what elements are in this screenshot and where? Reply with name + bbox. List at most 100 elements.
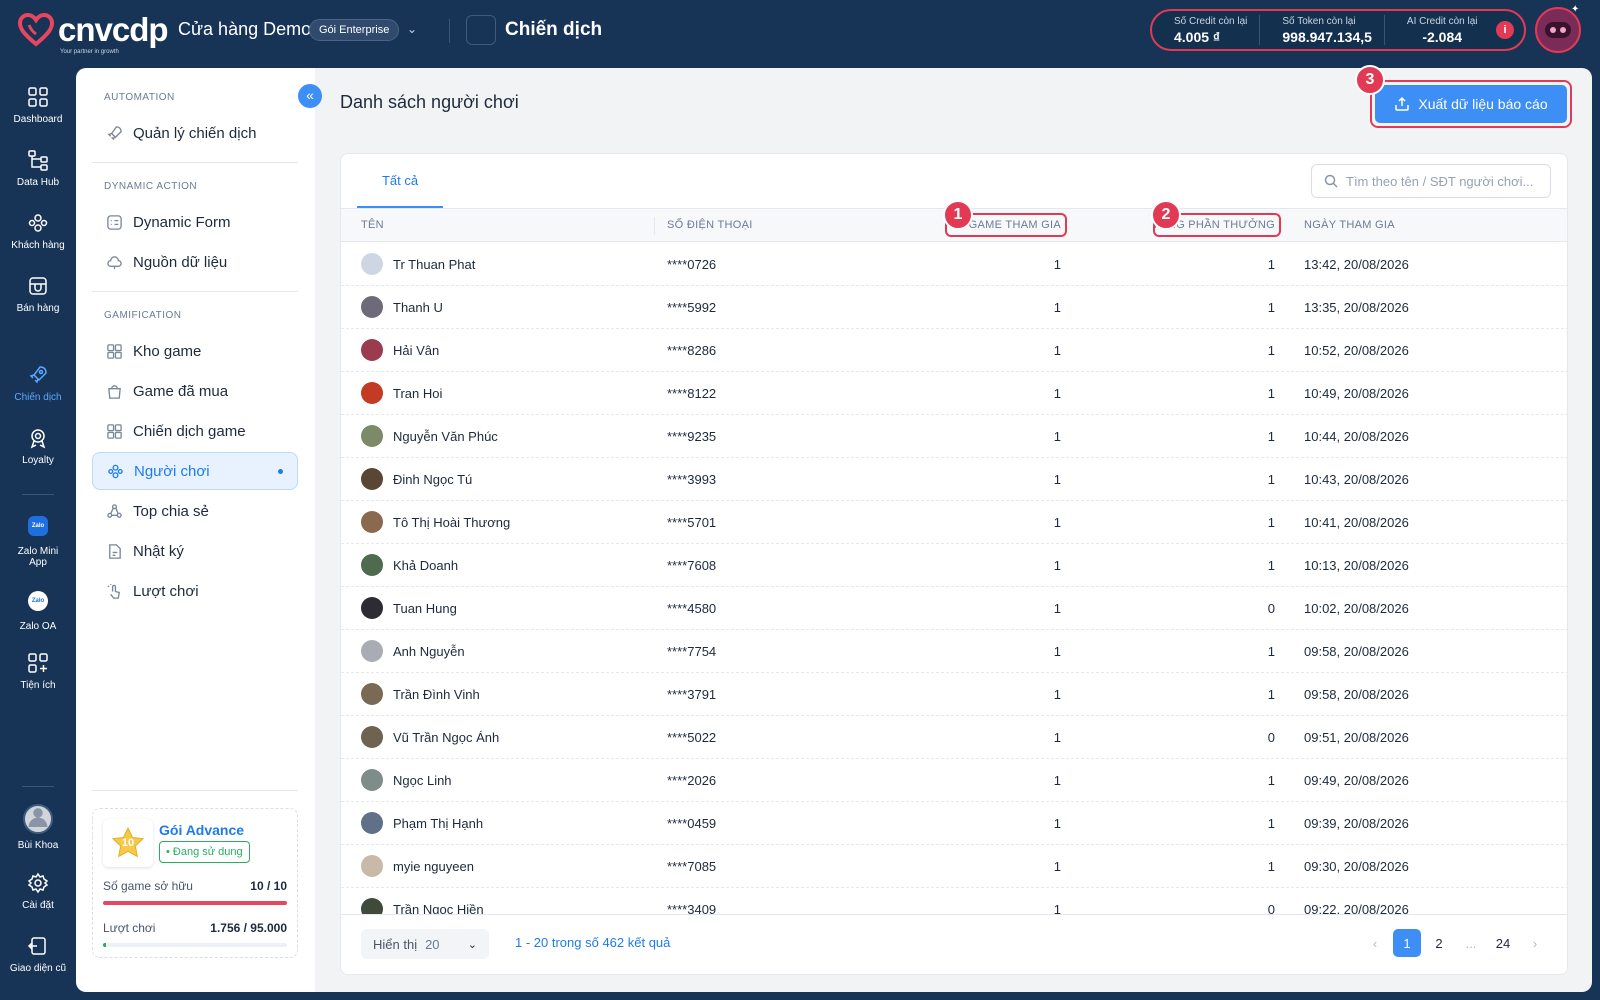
player-name: Hải Vân bbox=[393, 342, 440, 358]
brand-logo[interactable]: cnvcdp Your partner in growth bbox=[18, 12, 169, 55]
sidebar-item-label: Người chơi bbox=[134, 462, 210, 480]
credit-summary[interactable]: Số Credit còn lại 4.005 ₫ Số Token còn l… bbox=[1150, 9, 1526, 51]
rail-item-old-interface[interactable]: Giao diện cũ bbox=[0, 935, 76, 974]
table-row[interactable]: Tr Thuan Phat ****0726 1 1 13:42, 20/08/2026 bbox=[341, 242, 1567, 286]
player-cell: Trần Ngọc Hiền bbox=[361, 887, 484, 917]
player-name: Vũ Trần Ngọc Ánh bbox=[393, 729, 500, 745]
export-report-button[interactable]: Xuất dữ liệu báo cáo bbox=[1375, 85, 1567, 123]
rail-item-utilities[interactable]: Tiện ích bbox=[0, 652, 76, 691]
table-row[interactable]: Tran Hoi ****8122 1 1 10:49, 20/08/2026 bbox=[341, 371, 1567, 415]
games-owned-row: Số game sở hữu 10 / 10 bbox=[103, 879, 287, 893]
rail-item-campaigns[interactable]: Chiến dịch bbox=[0, 364, 76, 403]
sidebar-item-label: Chiến dịch game bbox=[133, 422, 246, 440]
table-row[interactable]: myie nguyeen ****7085 1 1 09:30, 20/08/2026 bbox=[341, 844, 1567, 888]
table-body: Tr Thuan Phat ****0726 1 1 13:42, 20/08/2026… bbox=[341, 242, 1567, 917]
sidebar-item-logs[interactable]: Nhật ký bbox=[92, 532, 298, 570]
column-header-phone[interactable]: SỐ ĐIỆN THOẠI bbox=[667, 209, 753, 243]
tab-all[interactable]: Tất cả bbox=[357, 154, 443, 208]
sidebar-item-dynamic-form[interactable]: Dynamic Form bbox=[92, 203, 298, 241]
users-icon bbox=[108, 464, 123, 478]
sidebar-item-campaign-management[interactable]: Quản lý chiến dịch bbox=[92, 114, 298, 152]
page-button[interactable]: 1 bbox=[1393, 929, 1421, 957]
games-cell: 1 bbox=[1053, 729, 1061, 745]
joined-date-cell: 10:13, 20/08/2026 bbox=[1304, 557, 1409, 573]
page-button[interactable]: 24 bbox=[1489, 929, 1517, 957]
phone-cell: ****0726 bbox=[667, 256, 717, 272]
sidebar-item-game-campaigns[interactable]: Chiến dịch game bbox=[92, 412, 298, 450]
sidebar-item-top-shares[interactable]: Top chia sẻ bbox=[92, 492, 298, 530]
store-name[interactable]: Cửa hàng Demo bbox=[178, 19, 311, 40]
table-row[interactable]: Phạm Thị Hạnh ****0459 1 1 09:39, 20/08/2026 bbox=[341, 801, 1567, 845]
sidebar-item-purchased-games[interactable]: Game đã mua bbox=[92, 372, 298, 410]
table-row[interactable]: Khả Doanh ****7608 1 1 10:13, 20/08/2026 bbox=[341, 543, 1567, 587]
back-icon bbox=[27, 937, 46, 955]
table-row[interactable]: Vũ Trần Ngọc Ánh ****5022 1 0 09:51, 20/08/2… bbox=[341, 715, 1567, 759]
rail-item-data-hub[interactable]: Data Hub bbox=[0, 149, 76, 188]
plays-label: Lượt chơi bbox=[103, 921, 156, 935]
table-row[interactable]: Nguyễn Văn Phúc ****9235 1 1 10:44, 20/08/20… bbox=[341, 414, 1567, 458]
table-row[interactable]: Trần Ngọc Hiền ****3409 1 0 09:22, 20/08/202… bbox=[341, 887, 1567, 917]
phone-cell: ****5701 bbox=[667, 514, 717, 530]
rail-label: Chiến dịch bbox=[14, 392, 62, 403]
table-row[interactable]: Thanh U ****5992 1 1 13:35, 20/08/2026 bbox=[341, 285, 1567, 329]
phone-cell: ****3409 bbox=[667, 901, 717, 917]
joined-date-cell: 13:42, 20/08/2026 bbox=[1304, 256, 1409, 272]
store-icon bbox=[29, 277, 47, 295]
table-row[interactable]: Tô Thị Hoài Thương ****5701 1 1 10:41, 20/08… bbox=[341, 500, 1567, 544]
rail-item-zalo-mini-app[interactable]: Zalo Zalo Mini App bbox=[0, 516, 76, 568]
phone-cell: ****0459 bbox=[667, 815, 717, 831]
zalo-icon: Zalo bbox=[28, 516, 48, 536]
page-button[interactable]: 2 bbox=[1425, 929, 1453, 957]
rewards-cell: 1 bbox=[1267, 858, 1275, 874]
rail-item-profile[interactable]: Bùi Khoa bbox=[0, 804, 76, 851]
column-header-joined-date[interactable]: NGÀY THAM GIA bbox=[1304, 209, 1395, 243]
section-header: AUTOMATION bbox=[104, 92, 175, 103]
next-page-button[interactable]: › bbox=[1521, 929, 1549, 957]
page-size-select[interactable]: Hiển thị 20 ⌄ bbox=[361, 929, 489, 959]
sidebar-item-label: Lượt chơi bbox=[133, 582, 199, 600]
table-row[interactable]: Ngọc Linh ****2026 1 1 09:49, 20/08/2026 bbox=[341, 758, 1567, 802]
collapse-sidebar-button[interactable]: « bbox=[298, 84, 322, 108]
games-owned-label: Số game sở hữu bbox=[103, 879, 193, 893]
column-header-name[interactable]: TÊN bbox=[361, 209, 384, 243]
phone-cell: ****3993 bbox=[667, 471, 717, 487]
upload-icon bbox=[1395, 96, 1410, 111]
table-row[interactable]: Anh Nguyễn ****7754 1 1 09:58, 20/08/2026 bbox=[341, 629, 1567, 673]
previous-page-button[interactable]: ‹ bbox=[1361, 929, 1389, 957]
rail-item-customers[interactable]: Khách hàng bbox=[0, 212, 76, 251]
rewards-cell: 1 bbox=[1267, 514, 1275, 530]
rail-item-dashboard[interactable]: Dashboard bbox=[0, 86, 76, 125]
search-input[interactable] bbox=[1346, 173, 1536, 189]
chevron-down-icon[interactable]: ⌄ bbox=[407, 22, 417, 36]
table-row[interactable]: Trần Đình Vinh ****3791 1 1 09:58, 20/08/202… bbox=[341, 672, 1567, 716]
player-cell: Thanh U bbox=[361, 285, 443, 329]
player-name: Tran Hoi bbox=[393, 385, 443, 401]
avatar bbox=[361, 554, 383, 576]
joined-date-cell: 10:43, 20/08/2026 bbox=[1304, 471, 1409, 487]
phone-cell: ****7608 bbox=[667, 557, 717, 573]
search-box[interactable] bbox=[1311, 164, 1551, 198]
table-row[interactable]: Đinh Ngọc Tú ****3993 1 1 10:43, 20/08/2026 bbox=[341, 457, 1567, 501]
table-row[interactable]: Tuan Hung ****4580 1 0 10:02, 20/08/2026 bbox=[341, 586, 1567, 630]
rail-label: Data Hub bbox=[16, 177, 60, 188]
sidebar-item-label: Dynamic Form bbox=[133, 213, 231, 231]
rewards-cell: 0 bbox=[1267, 600, 1275, 616]
sidebar-item-players[interactable]: Người chơi bbox=[92, 452, 298, 490]
joined-date-cell: 09:39, 20/08/2026 bbox=[1304, 815, 1409, 831]
info-icon[interactable]: i bbox=[1496, 21, 1514, 39]
sparkle-icon: ✦ bbox=[1571, 4, 1580, 15]
table-row[interactable]: Hải Vân ****8286 1 1 10:52, 20/08/2026 bbox=[341, 328, 1567, 372]
rail-item-loyalty[interactable]: Loyalty bbox=[0, 427, 76, 466]
player-name: Thanh U bbox=[393, 299, 443, 315]
cloud-icon bbox=[107, 255, 122, 269]
rail-item-sales[interactable]: Bán hàng bbox=[0, 275, 76, 314]
player-name: Đinh Ngọc Tú bbox=[393, 471, 473, 487]
sidebar-item-plays[interactable]: Lượt chơi bbox=[92, 572, 298, 610]
rail-item-settings[interactable]: Cài đặt bbox=[0, 872, 76, 911]
rail-item-zalo-oa[interactable]: Zalo Zalo OA bbox=[0, 591, 76, 632]
plan-name: Gói Advance bbox=[159, 822, 245, 838]
sidebar-item-label: Kho game bbox=[133, 342, 202, 360]
sidebar-item-game-store[interactable]: Kho game bbox=[92, 332, 298, 370]
sidebar-item-data-source[interactable]: Nguồn dữ liệu bbox=[92, 243, 298, 281]
grid-icon bbox=[107, 343, 122, 359]
